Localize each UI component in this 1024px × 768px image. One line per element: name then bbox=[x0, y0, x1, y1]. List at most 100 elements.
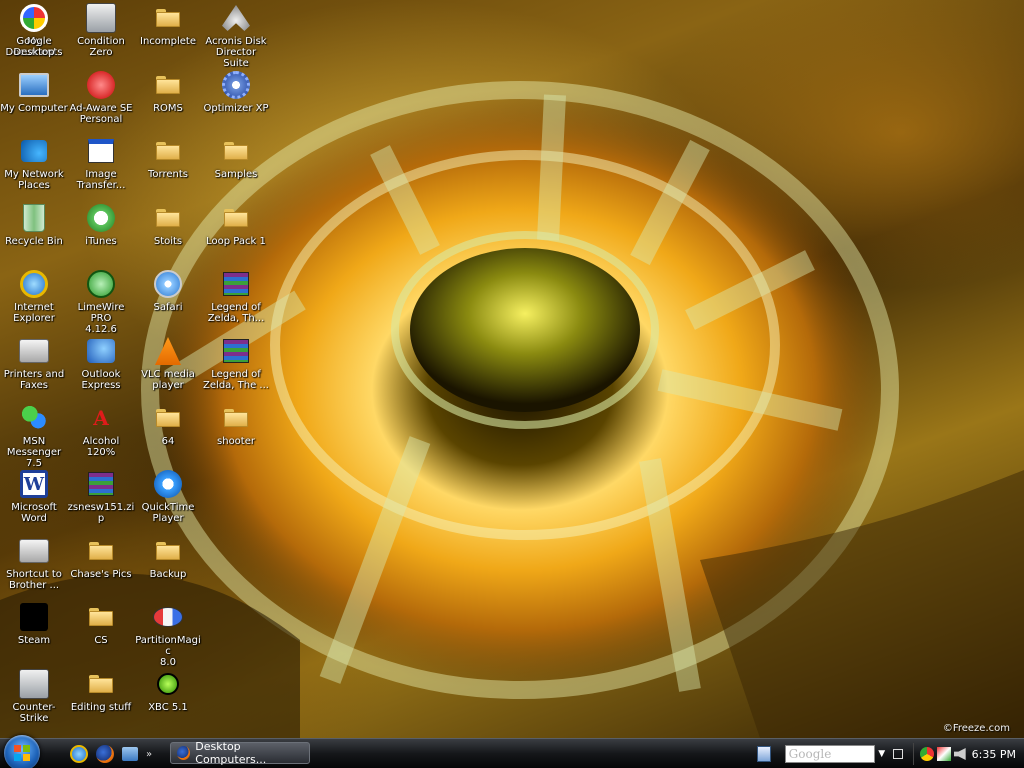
desktop-icon-safari[interactable]: Safari bbox=[134, 266, 202, 313]
desktop-icon-label: shooter bbox=[217, 435, 255, 447]
desktop-icon-optimizer-xp[interactable]: Optimizer XP bbox=[202, 67, 270, 114]
desktop-icon-outlook-express[interactable]: Outlook Express bbox=[67, 333, 135, 391]
quick-launch-overflow-button[interactable]: » bbox=[146, 749, 152, 760]
desktop-icon-glyph bbox=[152, 69, 184, 101]
desktop-icon-label: VLC media player bbox=[141, 369, 195, 391]
start-button[interactable] bbox=[4, 735, 40, 768]
desktop-icon-printers-and-faxes[interactable]: Printers and Faxes bbox=[0, 333, 68, 391]
google-search-input[interactable]: Google bbox=[784, 745, 875, 763]
desktop-icon-glyph bbox=[85, 468, 117, 500]
desktop-icon-label: Samples bbox=[214, 169, 258, 181]
desktop-icon-grid: My Documents My Computer My Network Places… bbox=[0, 0, 1024, 738]
chrome-tray-icon[interactable] bbox=[919, 747, 934, 761]
desktop-icon-label: Backup bbox=[149, 568, 187, 580]
desktop-icon-glyph bbox=[85, 668, 117, 700]
desktop-icon-cs-folder[interactable]: CS bbox=[67, 599, 135, 646]
desktop-search-icon[interactable] bbox=[756, 746, 771, 762]
desktop-icon-recycle-bin[interactable]: Recycle Bin bbox=[0, 200, 68, 247]
desktop-icon-samples[interactable]: Samples bbox=[202, 133, 270, 180]
desktop-icon-glyph bbox=[18, 202, 50, 234]
desktop-icon-glyph bbox=[18, 69, 50, 101]
desktop-icon-xbc[interactable]: XBC 5.1 bbox=[134, 666, 202, 713]
desktop-icon-label: zsnesw151.zip bbox=[67, 502, 135, 525]
desktop-icon-microsoft-word[interactable]: W Microsoft Word bbox=[0, 466, 68, 524]
desktop-icon-limewire[interactable]: LimeWire PRO 4.12.6 bbox=[67, 266, 135, 335]
desktop-icon-google-desktop[interactable]: Google Desktop bbox=[0, 0, 68, 58]
desktop-icon-label: iTunes bbox=[85, 235, 117, 247]
desktop-icon-label: ROMS bbox=[153, 102, 183, 114]
desktop-icon-stoits[interactable]: Stoits bbox=[134, 200, 202, 247]
ad-aware-icon bbox=[87, 70, 115, 99]
desktop-icon-glyph bbox=[220, 202, 252, 234]
network-tray-icon[interactable] bbox=[936, 747, 951, 761]
system-clock[interactable]: 6:35 PM bbox=[972, 748, 1016, 761]
desktop-icon-backup[interactable]: Backup bbox=[134, 533, 202, 580]
desktop-icon-label: Legend of Zelda, The ... bbox=[203, 369, 269, 391]
volume-tray-icon[interactable] bbox=[953, 748, 966, 760]
restore-icon[interactable] bbox=[892, 749, 903, 759]
desktop-icon-label: Optimizer XP bbox=[203, 102, 269, 114]
search-dropdown-button[interactable]: ▼ bbox=[875, 745, 889, 763]
desktop-icon-shooter[interactable]: shooter bbox=[202, 400, 270, 447]
folder-icon bbox=[156, 208, 180, 227]
windows-logo-icon bbox=[14, 745, 30, 761]
folder-icon bbox=[156, 75, 180, 94]
application-window-icon bbox=[88, 139, 114, 164]
desktop-icon-msn-messenger[interactable]: MSN Messenger 7.5 bbox=[0, 400, 68, 469]
desktop-icon-ad-aware[interactable]: Ad-Aware SE Personal bbox=[67, 67, 135, 125]
desktop-icon-counter-strike[interactable]: Counter-Strike bbox=[0, 666, 68, 724]
desktop-icon-label: Microsoft Word bbox=[11, 502, 57, 525]
internet-explorer-icon[interactable] bbox=[70, 745, 88, 763]
internet-explorer-icon bbox=[20, 270, 48, 299]
quicktime-icon bbox=[154, 470, 182, 499]
folder-icon bbox=[89, 608, 113, 627]
desktop-icon-condition-zero[interactable]: Condition Zero bbox=[67, 0, 135, 58]
desktop-icon-legend-of-zelda-2[interactable]: Legend of Zelda, The ... bbox=[202, 333, 270, 391]
desktop-icon-zsnesw151[interactable]: zsnesw151.zip bbox=[67, 466, 135, 524]
desktop-icon-quicktime[interactable]: QuickTime Player bbox=[134, 466, 202, 524]
outlook-express-icon bbox=[87, 339, 115, 363]
desktop-icon-acronis[interactable]: Acronis Disk Director Suite bbox=[202, 0, 270, 69]
desktop-icon-glyph bbox=[152, 402, 184, 434]
desktop-icon-internet-explorer[interactable]: Internet Explorer bbox=[0, 266, 68, 324]
desktop-icon-itunes[interactable]: iTunes bbox=[67, 200, 135, 247]
desktop-icon-shortcut-to-brother[interactable]: Shortcut to Brother ... bbox=[0, 533, 68, 591]
desktop-icon-chases-pics[interactable]: Chase's Pics bbox=[67, 533, 135, 580]
desktop-icon-label: Recycle Bin bbox=[5, 235, 63, 247]
computer-icon bbox=[19, 72, 49, 97]
show-desktop-icon[interactable] bbox=[122, 747, 138, 761]
desktop-icon-label: Torrents bbox=[148, 169, 188, 181]
xbc-icon bbox=[157, 673, 179, 695]
desktop-icon-folder-64[interactable]: 64 bbox=[134, 400, 202, 447]
desktop-icon-glyph bbox=[18, 268, 50, 300]
desktop-icon-glyph bbox=[152, 2, 184, 34]
archive-icon bbox=[223, 272, 249, 297]
desktop-icon-image-transfer[interactable]: Image Transfer... bbox=[67, 133, 135, 191]
desktop-icon-my-computer[interactable]: My Computer bbox=[0, 67, 68, 114]
desktop-icon-glyph bbox=[220, 2, 252, 34]
desktop-icon-vlc[interactable]: VLC media player bbox=[134, 333, 202, 391]
desktop-icon-roms[interactable]: ROMS bbox=[134, 67, 202, 114]
desktop-icon-glyph bbox=[85, 535, 117, 567]
folder-icon bbox=[224, 208, 248, 227]
desktop-icon-label: 64 bbox=[161, 435, 175, 447]
desktop-icon-legend-of-zelda-1[interactable]: Legend of Zelda, Th... bbox=[202, 266, 270, 324]
desktop-icon-torrents[interactable]: Torrents bbox=[134, 133, 202, 180]
desktop-icon-glyph bbox=[220, 268, 252, 300]
desktop-icon-loop-pack-1[interactable]: Loop Pack 1 bbox=[202, 200, 270, 247]
desktop-icon-alcohol[interactable]: A Alcohol 120% bbox=[67, 400, 135, 458]
firefox-icon[interactable] bbox=[96, 745, 114, 763]
desktop-icon-label: Safari bbox=[153, 302, 183, 314]
desktop-icon-steam[interactable]: Steam bbox=[0, 599, 68, 646]
desktop-icon-glyph bbox=[18, 402, 50, 434]
recycle-bin-icon bbox=[23, 203, 45, 232]
taskbar-button-label: Desktop Computers... bbox=[195, 740, 267, 766]
desktop-icon-editing-stuff[interactable]: Editing stuff bbox=[67, 666, 135, 713]
desktop-icon-partitionmagic[interactable]: PartitionMagic 8.0 bbox=[134, 599, 202, 668]
desktop-icon-glyph bbox=[220, 135, 252, 167]
counter-strike-icon bbox=[86, 3, 116, 33]
desktop-icon-incomplete[interactable]: Incomplete bbox=[134, 0, 202, 47]
desktop-icon-label: Steam bbox=[17, 635, 51, 647]
desktop-icon-my-network-places[interactable]: My Network Places bbox=[0, 133, 68, 191]
taskbar-button-firefox[interactable]: Desktop Computers... bbox=[170, 740, 310, 766]
